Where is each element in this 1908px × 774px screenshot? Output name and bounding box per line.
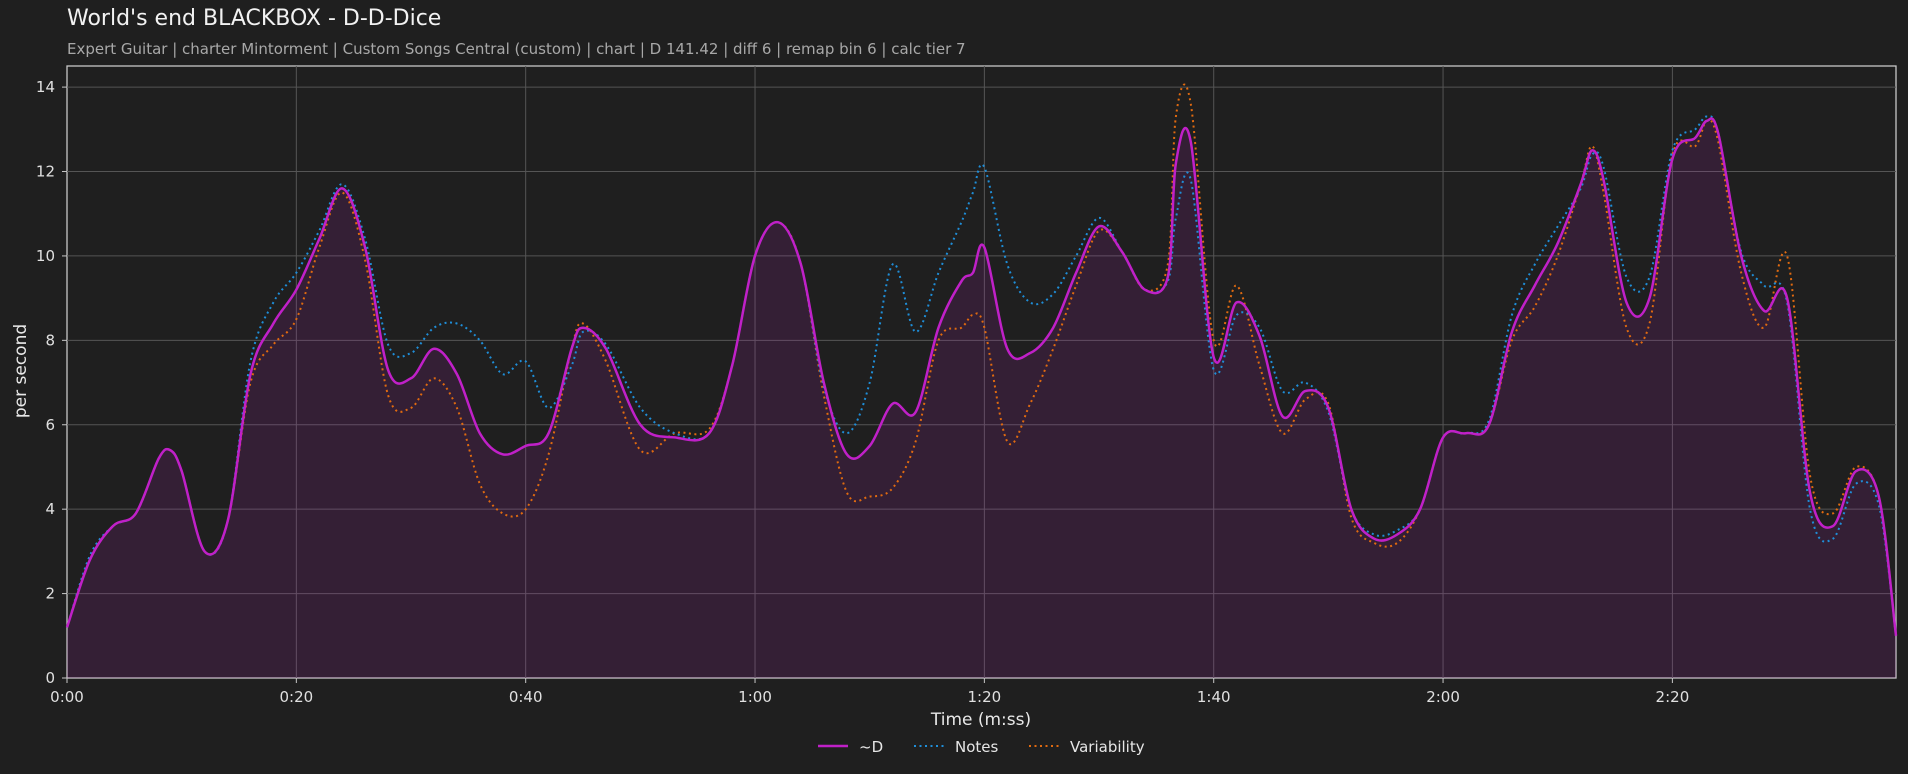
x-tick-label: 1:00 [738,688,772,706]
y-tick-label: 14 [36,78,55,96]
x-tick-label: 1:40 [1197,688,1231,706]
x-axis-label: Time (m:ss) [930,710,1031,730]
legend-label: Variability [1070,738,1145,756]
y-tick-label: 12 [36,163,55,181]
x-tick-label: 2:00 [1426,688,1460,706]
y-tick-label: 2 [45,585,55,603]
legend-entry-notes: Notes [914,738,999,756]
x-tick-label: 0:00 [50,688,84,706]
x-axis-ticks: 0:00 0:20 0:40 1:00 1:20 1:40 2:00 2:20 [50,678,1689,706]
y-tick-label: 8 [45,331,55,349]
y-tick-label: 4 [45,500,55,518]
line-chart: 0:00 0:20 0:40 1:00 1:20 1:40 2:00 2:20 0 2 4 6 8 10… [11,65,1898,756]
legend-entry-d: ~D [818,738,883,756]
legend-label: Notes [955,738,999,756]
y-tick-label: 0 [45,669,55,687]
y-axis-ticks: 0 2 4 6 8 10 12 14 [36,78,67,687]
x-tick-label: 0:20 [279,688,313,706]
x-tick-label: 0:40 [509,688,543,706]
y-tick-label: 10 [36,247,55,265]
y-axis-label: per second [11,324,31,418]
x-tick-label: 2:20 [1656,688,1690,706]
y-tick-label: 6 [45,416,55,434]
legend: ~D Notes Variability [818,738,1145,756]
legend-label: ~D [859,738,883,756]
legend-entry-variability: Variability [1029,738,1145,756]
x-tick-label: 1:20 [968,688,1002,706]
